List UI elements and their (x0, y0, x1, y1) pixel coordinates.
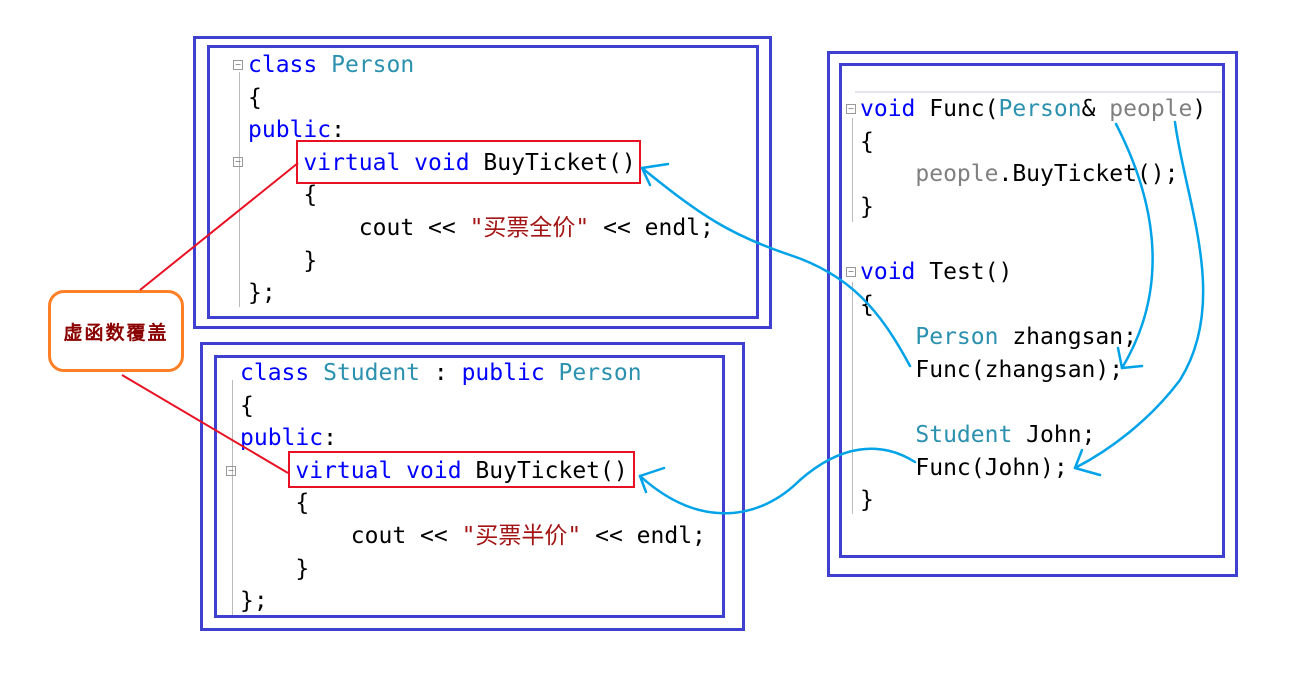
callout-line-student (121, 374, 289, 474)
arrow-people-to-zhangsan (1114, 122, 1154, 370)
arrow-zhangsan-to-person (640, 166, 912, 368)
annotation-arrows (121, 120, 1205, 515)
arrow-john-to-student (638, 447, 917, 515)
arrow-people-to-john (1073, 120, 1205, 470)
callout-line-person (139, 162, 299, 291)
arrowhead (640, 162, 670, 187)
